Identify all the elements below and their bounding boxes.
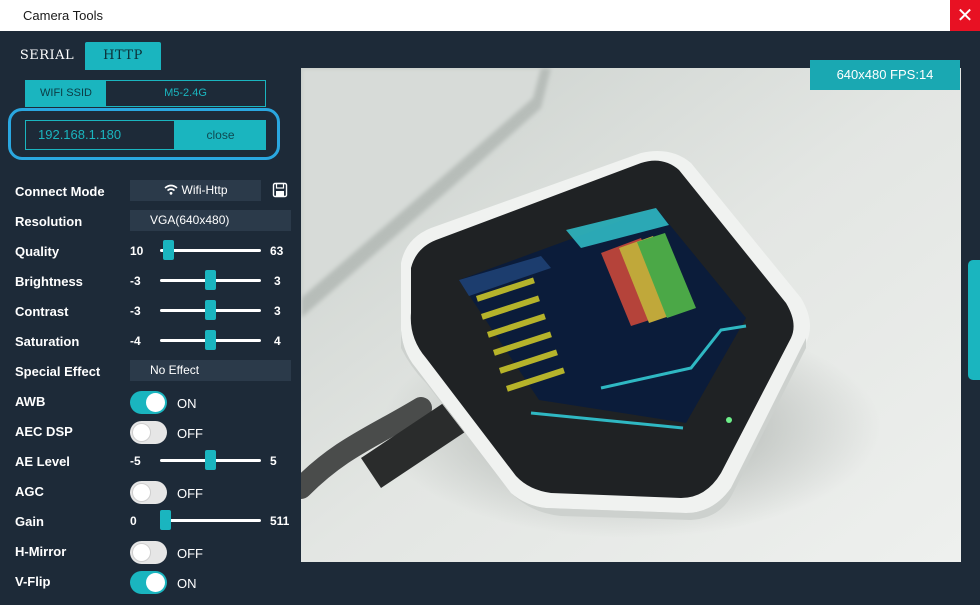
- awb-state: ON: [177, 396, 197, 411]
- ip-address-input[interactable]: 192.168.1.180: [25, 120, 175, 150]
- aec-dsp-toggle-knob: [132, 423, 151, 442]
- gain-slider[interactable]: [160, 519, 261, 522]
- saturation-slider-thumb[interactable]: [205, 330, 216, 350]
- tab-serial[interactable]: SERIAL: [10, 42, 84, 70]
- title-bar: Camera Tools ✕: [0, 0, 980, 31]
- saturation-label: Saturation: [15, 334, 80, 349]
- agc-toggle[interactable]: [130, 481, 167, 504]
- contrast-min: -3: [130, 304, 141, 318]
- saturation-max: 4: [274, 334, 281, 348]
- connect-mode-value: Wifi-Http: [181, 183, 228, 197]
- gain-slider-thumb[interactable]: [160, 510, 171, 530]
- close-connection-button[interactable]: close: [175, 120, 266, 150]
- window-close-button[interactable]: ✕: [950, 0, 980, 31]
- connect-mode-select[interactable]: Wifi-Http: [130, 180, 261, 201]
- agc-label: AGC: [15, 484, 44, 499]
- contrast-label: Contrast: [15, 304, 69, 319]
- connect-mode-label: Connect Mode: [15, 184, 105, 199]
- ae-level-slider-thumb[interactable]: [205, 450, 216, 470]
- resolution-select[interactable]: VGA(640x480): [130, 210, 291, 231]
- saturation-min: -4: [130, 334, 141, 348]
- camera-frame-image: [301, 68, 961, 562]
- awb-toggle-knob: [146, 393, 165, 412]
- aec-dsp-toggle[interactable]: [130, 421, 167, 444]
- brightness-slider-thumb[interactable]: [205, 270, 216, 290]
- gain-label: Gain: [15, 514, 44, 529]
- quality-slider-thumb[interactable]: [163, 240, 175, 260]
- aec-dsp-label: AEC DSP: [15, 424, 73, 439]
- fps-badge: 640x480 FPS:14: [810, 60, 960, 90]
- v-flip-state: ON: [177, 576, 197, 591]
- wifi-ssid-value[interactable]: M5-2.4G: [106, 81, 265, 106]
- h-mirror-state: OFF: [177, 546, 203, 561]
- wifi-ssid-row: WIFI SSID M5-2.4G: [25, 80, 266, 107]
- brightness-label: Brightness: [15, 274, 83, 289]
- agc-toggle-knob: [132, 483, 151, 502]
- agc-state: OFF: [177, 486, 203, 501]
- v-flip-toggle-knob: [146, 573, 165, 592]
- ae-level-max: 5: [270, 454, 277, 468]
- quality-slider[interactable]: [160, 249, 261, 252]
- quality-label: Quality: [15, 244, 60, 259]
- wifi-ssid-label: WIFI SSID: [26, 81, 106, 106]
- resolution-label: Resolution: [15, 214, 83, 229]
- awb-label: AWB: [15, 394, 46, 409]
- ae-level-label: AE Level: [15, 454, 70, 469]
- camera-preview: [301, 68, 961, 562]
- h-mirror-toggle-knob: [132, 543, 151, 562]
- window-title: Camera Tools: [23, 8, 103, 23]
- quality-max: 63: [270, 244, 284, 258]
- wifi-icon: [163, 184, 178, 195]
- v-flip-toggle[interactable]: [130, 571, 167, 594]
- side-panel-handle[interactable]: [968, 260, 980, 380]
- ae-level-min: -5: [130, 454, 141, 468]
- contrast-slider-thumb[interactable]: [205, 300, 216, 320]
- contrast-max: 3: [274, 304, 281, 318]
- save-icon[interactable]: [272, 182, 288, 198]
- brightness-max: 3: [274, 274, 281, 288]
- awb-toggle[interactable]: [130, 391, 167, 414]
- special-effect-select[interactable]: No Effect: [130, 360, 291, 381]
- h-mirror-toggle[interactable]: [130, 541, 167, 564]
- gain-max: 511: [270, 514, 290, 528]
- brightness-min: -3: [130, 274, 141, 288]
- v-flip-label: V-Flip: [15, 574, 51, 589]
- quality-min: 10: [130, 244, 144, 258]
- h-mirror-label: H-Mirror: [15, 544, 67, 559]
- aec-dsp-state: OFF: [177, 426, 203, 441]
- special-effect-label: Special Effect: [15, 364, 101, 379]
- tab-http[interactable]: HTTP: [85, 42, 161, 70]
- gain-min: 0: [130, 514, 137, 528]
